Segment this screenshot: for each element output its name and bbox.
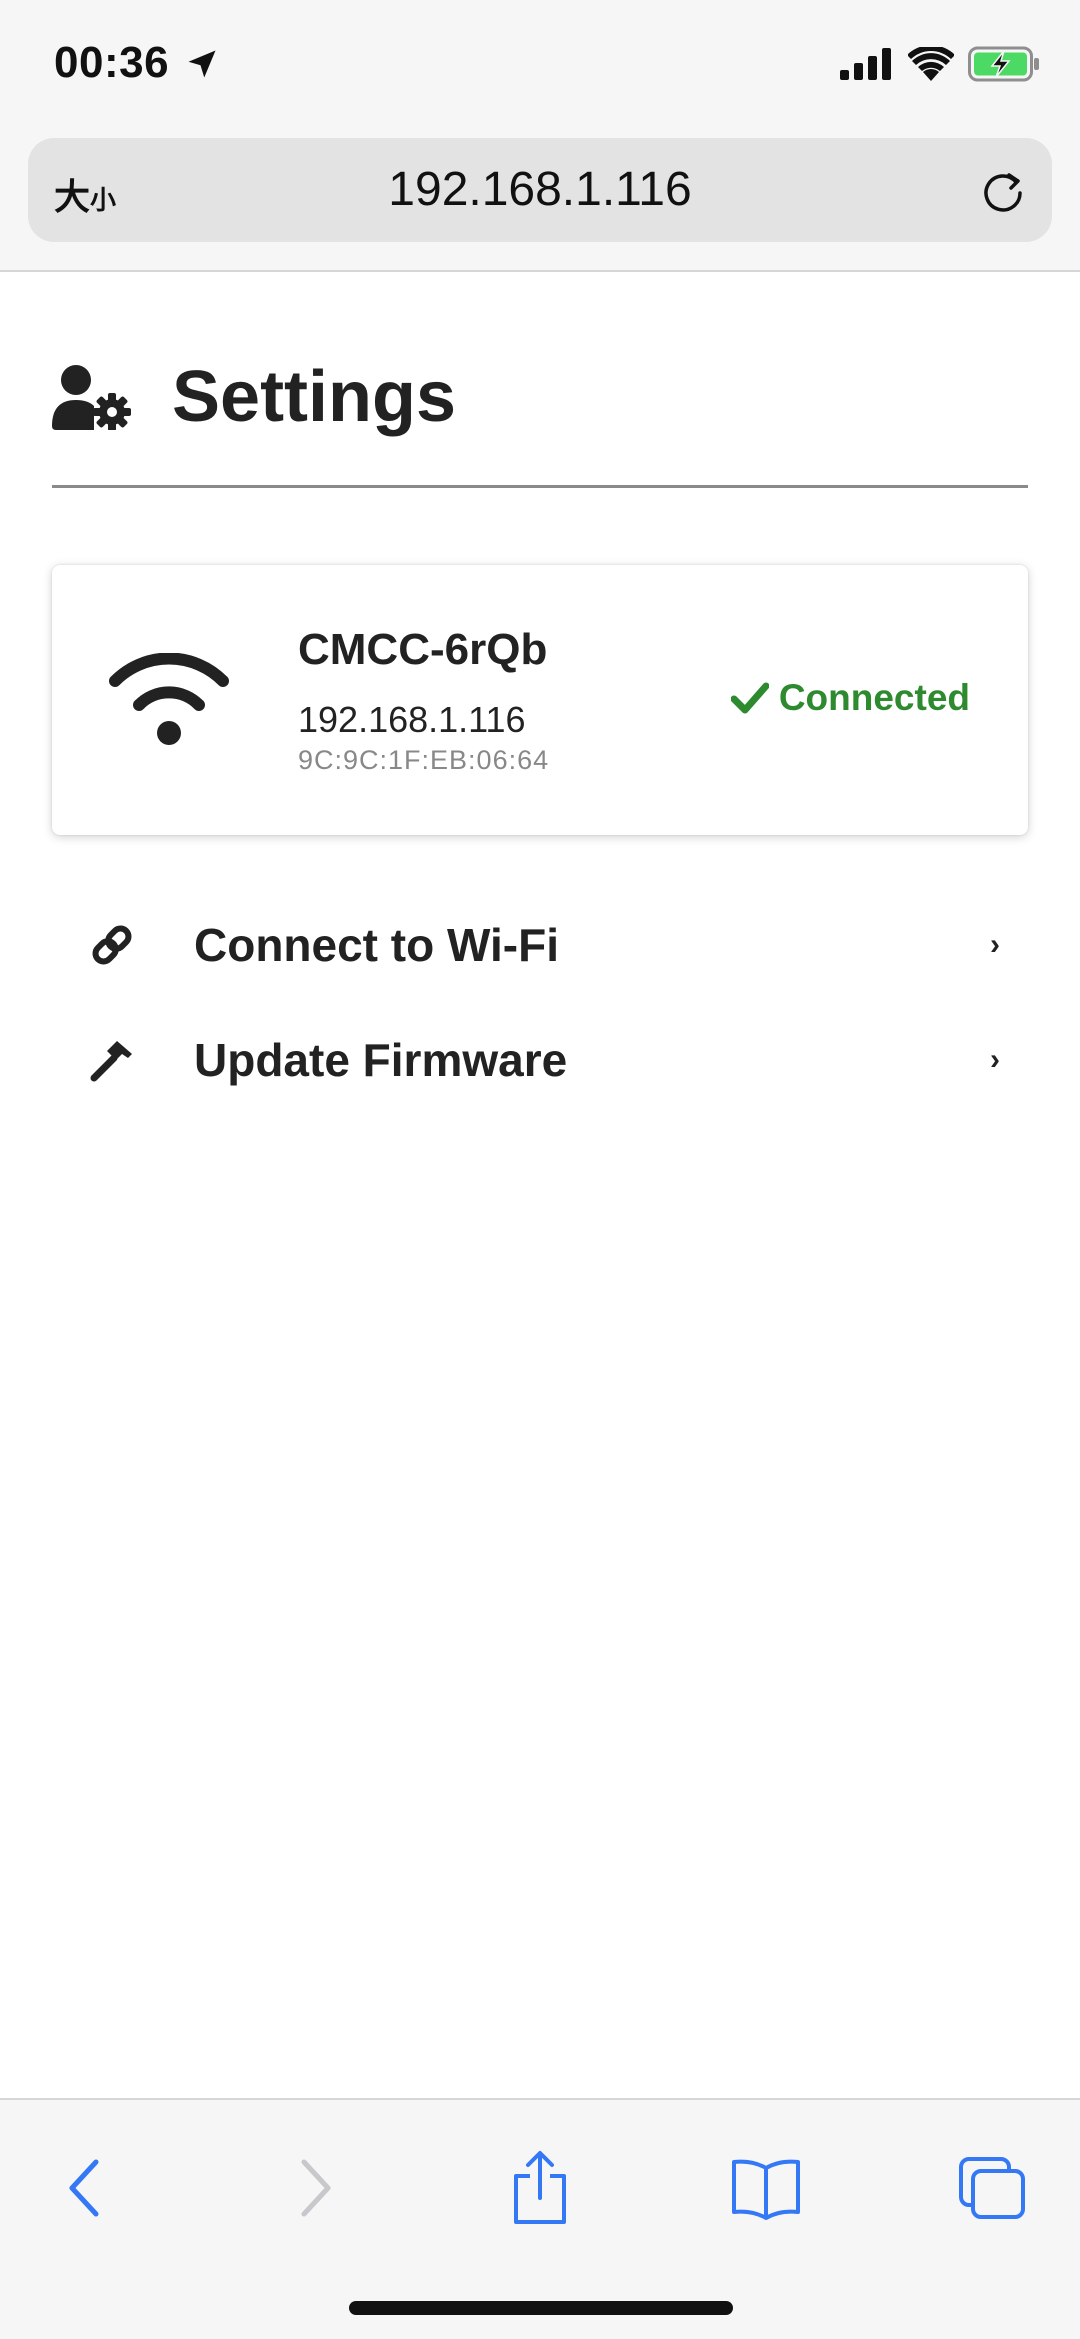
forward-button[interactable] <box>276 2148 356 2228</box>
browser-toolbar <box>0 2098 1080 2339</box>
battery-charging-icon <box>968 46 1039 82</box>
menu-item-update-firmware[interactable]: Update Firmware › <box>52 1005 1028 1115</box>
chevron-right-icon <box>301 2159 331 2217</box>
browser-top-chrome: 00:36 大小 192.168.1.116 <box>0 0 1080 272</box>
back-button[interactable] <box>44 2148 124 2228</box>
status-indicators <box>840 46 1040 82</box>
page-title: Settings <box>172 357 457 437</box>
network-status-card: CMCC-6rQb 192.168.1.116 9C:9C:1F:EB:06:6… <box>52 565 1028 835</box>
menu-item-connect-wifi[interactable]: Connect to Wi-Fi › <box>52 890 1028 1000</box>
location-arrow-icon <box>188 50 216 78</box>
chevron-right-icon: › <box>990 1043 1000 1076</box>
tabs-button[interactable] <box>952 2148 1032 2228</box>
network-ssid: CMCC-6rQb <box>298 625 548 674</box>
status-time: 00:36 <box>54 38 170 87</box>
share-icon <box>514 2151 566 2224</box>
network-ip: 192.168.1.116 <box>298 699 526 740</box>
link-icon <box>92 925 132 965</box>
wifi-status-icon <box>908 47 954 81</box>
checkmark-icon <box>730 682 769 714</box>
book-icon <box>732 2159 800 2220</box>
connection-status-label: Connected <box>778 677 970 718</box>
network-mac: 9C:9C:1F:EB:06:64 <box>298 745 550 775</box>
hammer-icon <box>90 1041 132 1082</box>
url-text[interactable]: 192.168.1.116 <box>28 162 1052 217</box>
page-header: Settings <box>52 356 456 438</box>
wifi-icon <box>109 653 229 745</box>
cellular-signal-icon <box>840 48 891 80</box>
user-cog-icon <box>52 365 131 430</box>
tabs-icon <box>959 2157 1025 2219</box>
chevron-right-icon: › <box>990 928 1000 961</box>
share-button[interactable] <box>500 2148 580 2228</box>
menu-item-label: Connect to Wi-Fi <box>194 919 559 971</box>
home-indicator[interactable] <box>349 2301 733 2315</box>
connection-status: Connected <box>730 677 970 719</box>
menu-item-label: Update Firmware <box>194 1034 568 1086</box>
address-bar[interactable]: 大小 192.168.1.116 <box>28 138 1052 242</box>
header-divider <box>52 485 1028 488</box>
reload-icon[interactable] <box>978 166 1028 216</box>
chevron-left-icon <box>69 2159 99 2217</box>
bookmarks-button[interactable] <box>726 2148 806 2228</box>
